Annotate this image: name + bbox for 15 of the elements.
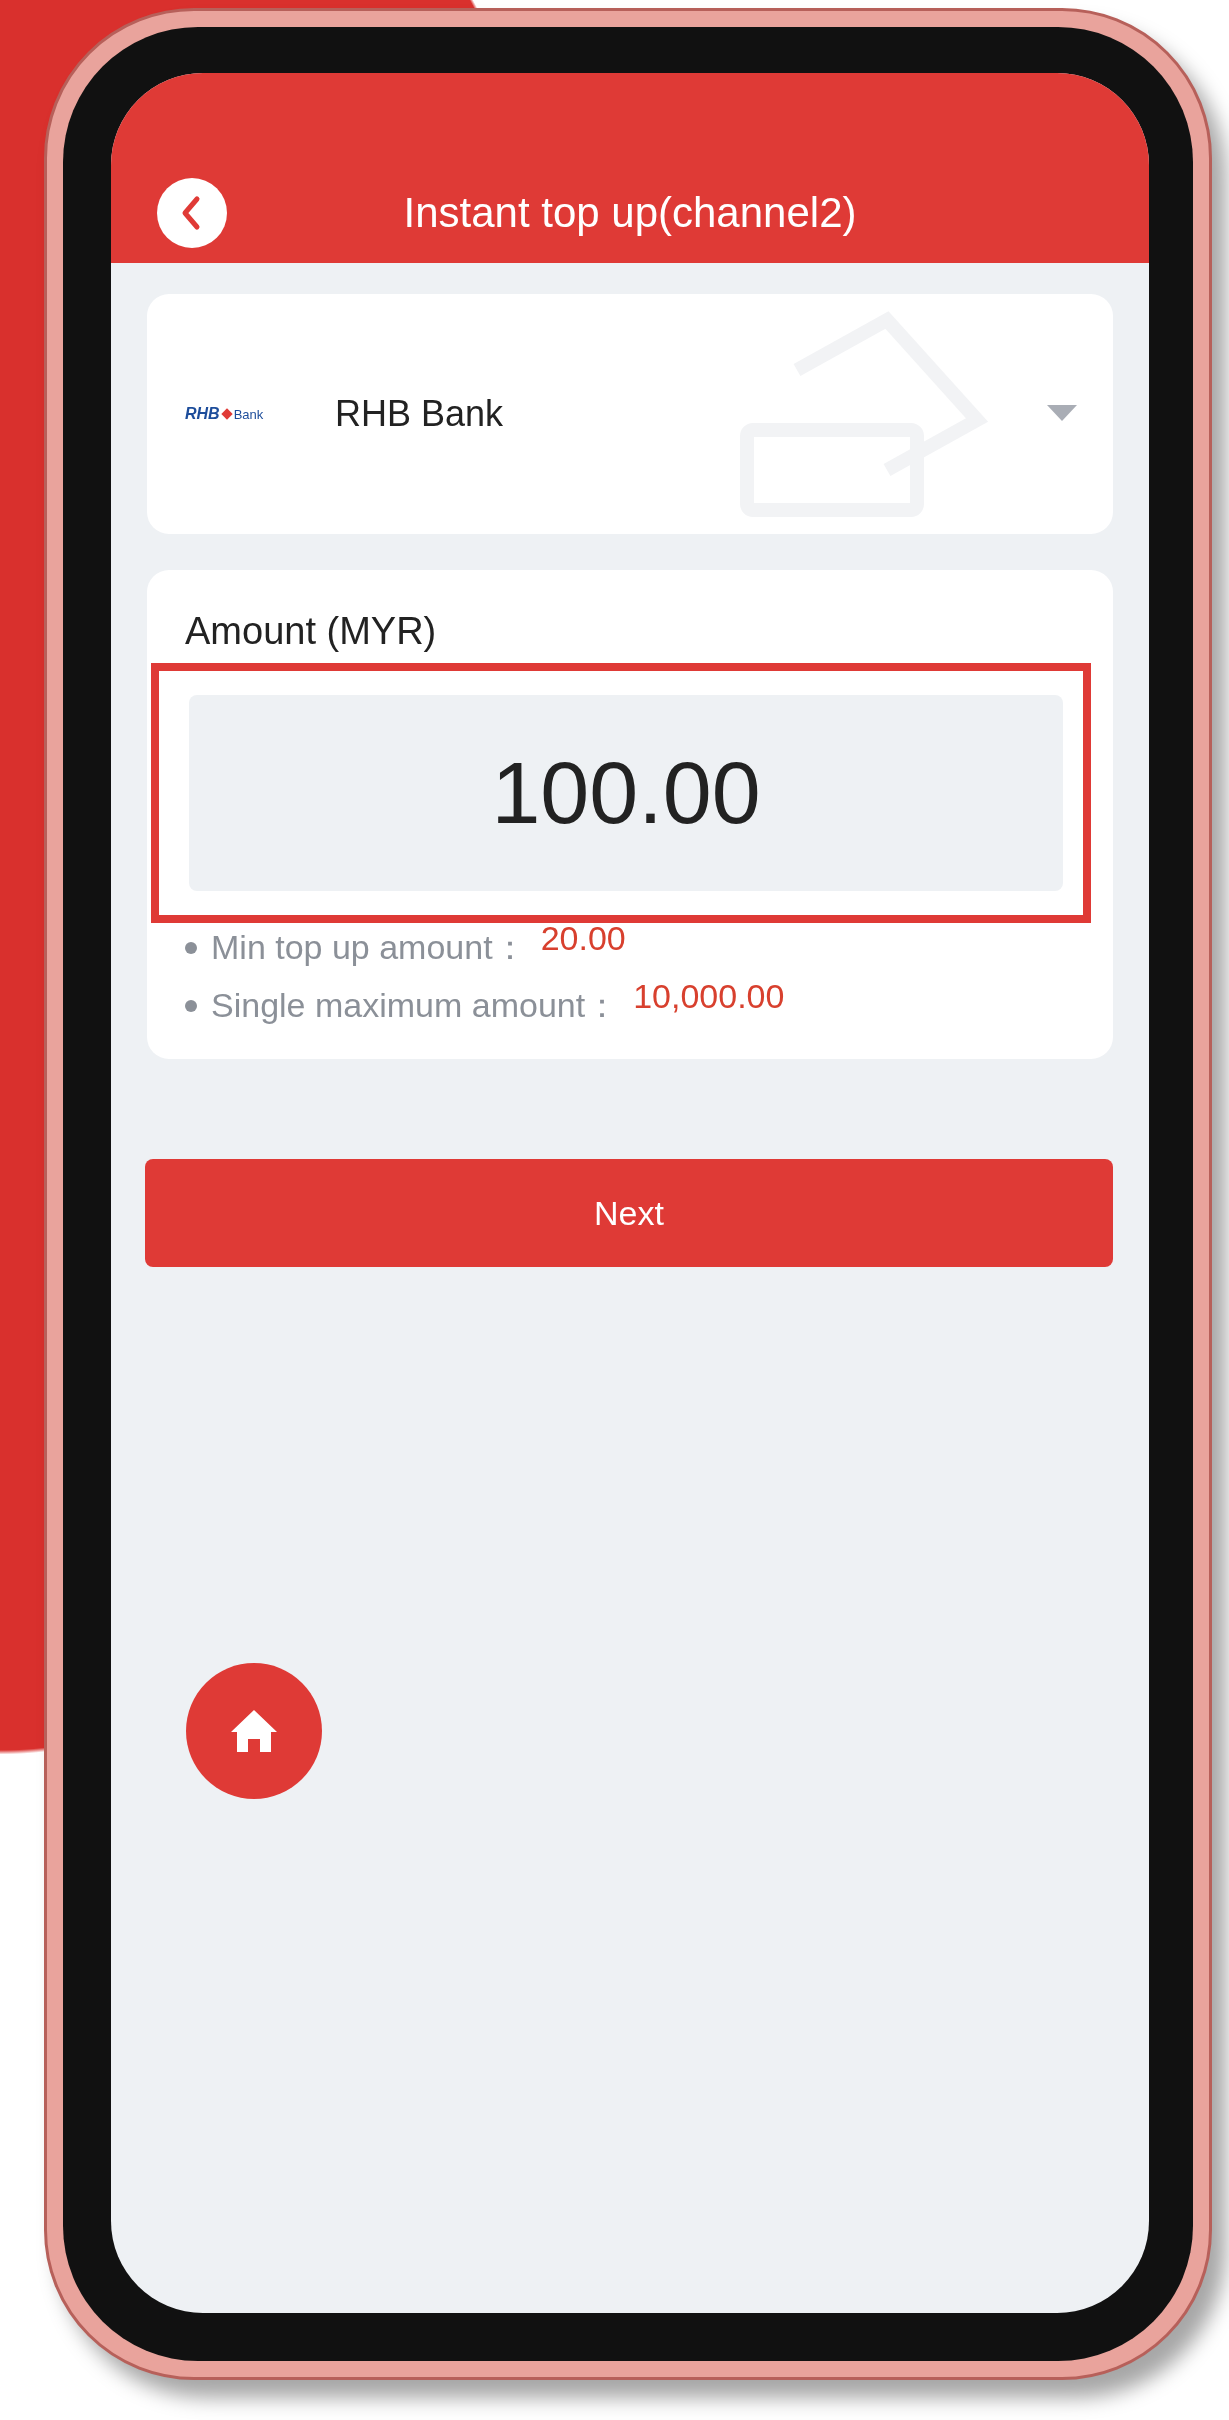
bank-name: RHB Bank <box>335 393 504 435</box>
limit-value: 10,000.00 <box>633 977 785 1016</box>
bullet-icon <box>185 942 197 954</box>
bank-selector[interactable]: RHB Bank RHB Bank <box>147 294 1113 534</box>
home-icon <box>229 1708 279 1754</box>
bullet-icon <box>185 1000 197 1012</box>
caret-icon <box>1047 405 1077 423</box>
bank-logo: RHB Bank <box>185 405 265 423</box>
page-title: Instant top up(channel2) <box>403 188 857 238</box>
amount-field[interactable]: 100.00 <box>189 695 1063 891</box>
amount-label: Amount (MYR) <box>185 610 438 653</box>
limit-label: Single maximum amount： <box>211 985 620 1026</box>
limit-label: Min top up amount： <box>211 927 527 968</box>
limit-value: 20.00 <box>540 919 626 958</box>
next-button[interactable]: Next <box>145 1159 1113 1267</box>
